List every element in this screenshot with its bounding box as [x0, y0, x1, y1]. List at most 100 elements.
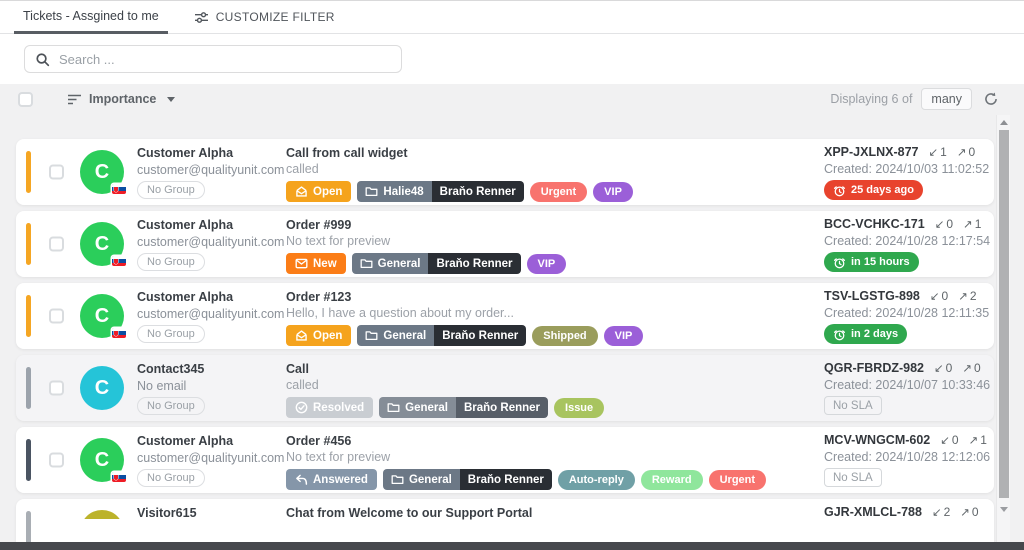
displaying-text: Displaying 6 of: [830, 92, 912, 106]
slovakia-flag-icon: [112, 256, 126, 266]
ticket-preview: No text for preview: [286, 233, 768, 250]
agent-name: Braňo Renner: [442, 330, 518, 342]
sla-badge: 25 days ago: [824, 180, 923, 200]
ticket-checkbox[interactable]: [49, 381, 64, 396]
sort-control[interactable]: Importance: [67, 92, 175, 106]
outgoing-count: ↗0: [957, 145, 975, 159]
ticket-main-column: Call from call widget called Open: [286, 145, 768, 202]
tag-pill[interactable]: VIP: [527, 254, 567, 274]
importance-bar: [26, 295, 31, 337]
status-badge[interactable]: Answered: [286, 469, 377, 490]
search-input[interactable]: [59, 52, 391, 67]
status-badge[interactable]: Open: [286, 181, 351, 202]
status-label: Open: [313, 186, 342, 198]
agent-name: Braňo Renner: [440, 186, 516, 198]
scroll-down-arrow-icon[interactable]: [1000, 507, 1008, 512]
tag-pill[interactable]: VIP: [604, 326, 644, 346]
ticket-meta-column: MCV-WNGCM-602 ↙0 ↗1 Created: 2024/10/28 …: [824, 433, 990, 487]
outgoing-count: ↗1: [963, 217, 981, 231]
group-badge: No Group: [137, 181, 205, 199]
avatar: C: [80, 366, 124, 410]
ticket-title[interactable]: Order #999: [286, 217, 768, 233]
contact-name: Customer Alpha: [137, 289, 285, 305]
ticket-row[interactable]: C Contact345 No email No Group Call call…: [16, 355, 994, 421]
ticket-meta-column: QGR-FBRDZ-982 ↙0 ↗0 Created: 2024/10/07 …: [824, 361, 990, 415]
ticket-title[interactable]: Order #456: [286, 433, 768, 449]
ticket-meta-column: BCC-VCHKC-171 ↙0 ↗1 Created: 2024/10/28 …: [824, 217, 990, 274]
department-name: General: [405, 402, 448, 414]
ticket-title[interactable]: Chat from Welcome to our Support Portal: [286, 505, 768, 521]
ticket-title[interactable]: Order #123: [286, 289, 768, 305]
ticket-meta-column: GJR-XMLCL-788 ↙2 ↗0: [824, 505, 979, 519]
avatar: C: [80, 294, 124, 338]
ticket-checkbox[interactable]: [49, 237, 64, 252]
status-badge[interactable]: Resolved: [286, 397, 373, 418]
outgoing-count: ↗0: [962, 361, 980, 375]
group-badge: No Group: [137, 397, 205, 415]
department-name: Halie48: [383, 186, 423, 198]
ticket-title[interactable]: Call from call widget: [286, 145, 768, 161]
department-badge[interactable]: Halie48 Braňo Renner: [357, 181, 523, 202]
sla-badge: in 15 hours: [824, 252, 919, 272]
ticket-title[interactable]: Call: [286, 361, 768, 377]
outgoing-count: ↗1: [969, 433, 987, 447]
avatar-letter: C: [95, 233, 109, 256]
tag-pill[interactable]: Reward: [641, 470, 703, 490]
department-badge[interactable]: General Braňo Renner: [352, 253, 521, 274]
tag-pill[interactable]: Auto-reply: [558, 470, 635, 490]
avatar-letter: C: [95, 161, 109, 184]
tag-list: Urgent VIP: [530, 182, 633, 202]
tag-pill[interactable]: VIP: [593, 182, 633, 202]
created-timestamp: Created: 2024/10/28 12:12:06: [824, 448, 990, 466]
customize-filter-button[interactable]: CUSTOMIZE FILTER: [194, 1, 335, 33]
ticket-preview: called: [286, 377, 768, 394]
vertical-scrollbar[interactable]: [996, 115, 1010, 542]
arrow-down-left-icon: ↙: [928, 147, 938, 159]
page-size-badge[interactable]: many: [921, 88, 972, 110]
ticket-checkbox[interactable]: [49, 165, 64, 180]
ticket-row[interactable]: C Customer Alpha customer@qualityunit.co…: [16, 283, 994, 349]
ticket-row[interactable]: C Customer Alpha customer@qualityunit.co…: [16, 427, 994, 493]
contact-name: Visitor615: [137, 505, 285, 521]
department-badge[interactable]: General Braňo Renner: [383, 469, 552, 490]
avatar: C: [80, 438, 124, 482]
ticket-main-column: Order #456 No text for preview Answered: [286, 433, 768, 490]
ticket-code: GJR-XMLCL-788: [824, 505, 922, 519]
ticket-row[interactable]: C Customer Alpha customer@qualityunit.co…: [16, 139, 994, 205]
tag-pill[interactable]: Shipped: [532, 326, 597, 346]
folder-icon: [365, 330, 378, 341]
select-all-checkbox[interactable]: [18, 92, 33, 107]
ticket-main-column: Chat from Welcome to our Support Portal: [286, 505, 768, 524]
avatar: C: [80, 222, 124, 266]
status-label: Open: [313, 330, 342, 342]
tag-pill[interactable]: Urgent: [709, 470, 766, 490]
department-badge[interactable]: General Braňo Renner: [379, 397, 548, 418]
department-badge[interactable]: General Braňo Renner: [357, 325, 526, 346]
ticket-code: MCV-WNGCM-602: [824, 433, 930, 447]
status-badge[interactable]: Open: [286, 325, 351, 346]
sla-label: No SLA: [833, 400, 873, 412]
alarm-clock-icon: [833, 184, 846, 197]
ticket-checkbox[interactable]: [49, 453, 64, 468]
tag-list: VIP: [527, 254, 567, 274]
tab-tickets-assigned[interactable]: Tickets - Assgined to me: [14, 1, 168, 34]
ticket-checkbox[interactable]: [49, 309, 64, 324]
scrollbar-thumb[interactable]: [999, 130, 1009, 498]
arrow-up-right-icon: ↗: [960, 507, 970, 519]
arrow-down-left-icon: ↙: [940, 435, 950, 447]
tag-pill[interactable]: Urgent: [530, 182, 587, 202]
contact-column: Customer Alpha customer@qualityunit.com …: [137, 145, 285, 199]
scroll-up-arrow-icon[interactable]: [1000, 120, 1008, 125]
ticket-code: TSV-LGSTG-898: [824, 289, 920, 303]
arrow-up-right-icon: ↗: [958, 291, 968, 303]
tag-pill[interactable]: Issue: [554, 398, 604, 418]
status-badge[interactable]: New: [286, 253, 346, 274]
avatar-letter: C: [95, 449, 109, 472]
refresh-button[interactable]: [984, 92, 998, 106]
sla-label: in 15 hours: [851, 256, 910, 268]
contact-email: customer@qualityunit.com: [137, 449, 285, 467]
badge-row: Resolved General Braňo Renner Issue: [286, 397, 768, 418]
badge-row: New General Braňo Renner VIP: [286, 253, 768, 274]
arrow-up-right-icon: ↗: [963, 219, 973, 231]
ticket-row[interactable]: C Customer Alpha customer@qualityunit.co…: [16, 211, 994, 277]
